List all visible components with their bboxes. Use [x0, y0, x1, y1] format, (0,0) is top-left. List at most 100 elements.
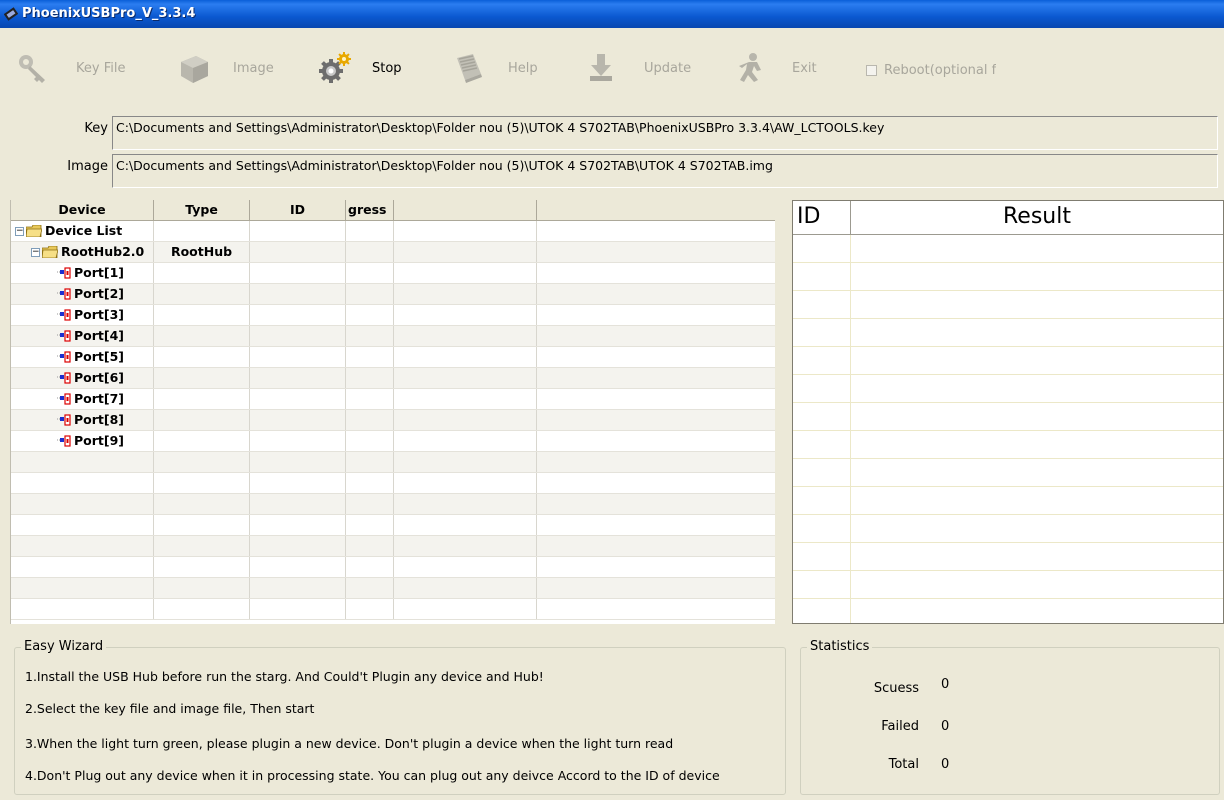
column-header-6[interactable] — [537, 200, 775, 221]
table-cell — [250, 578, 346, 598]
tree-item[interactable]: Port[8] — [57, 410, 124, 430]
table-cell — [346, 452, 394, 472]
key-file-button[interactable]: Key File — [14, 46, 125, 90]
table-row[interactable]: − RootHub2.0 RootHub — [11, 242, 775, 263]
result-cell-id — [793, 487, 851, 514]
table-cell — [250, 599, 346, 619]
tree-item-label: Device List — [45, 223, 123, 238]
tree-item[interactable]: − RootHub2.0 — [31, 242, 144, 262]
result-row[interactable] — [793, 487, 1223, 515]
reboot-checkbox-box[interactable] — [866, 65, 877, 76]
table-row[interactable] — [11, 536, 775, 557]
table-cell — [537, 389, 775, 409]
table-cell — [537, 431, 775, 451]
result-row[interactable] — [793, 571, 1223, 599]
table-cell — [394, 368, 537, 388]
table-row[interactable] — [11, 515, 775, 536]
exit-button[interactable]: Exit — [732, 46, 817, 90]
table-row[interactable]: − Device List — [11, 221, 775, 242]
result-cell-result — [851, 515, 1223, 542]
table-cell — [250, 557, 346, 577]
collapse-toggle-icon[interactable]: − — [31, 247, 40, 257]
stop-button[interactable]: Stop — [316, 46, 402, 90]
table-row[interactable] — [11, 599, 775, 620]
table-row[interactable]: Port[2] — [11, 284, 775, 305]
result-cell-id — [793, 319, 851, 346]
table-row[interactable]: Port[1] — [11, 263, 775, 284]
table-cell — [250, 221, 346, 241]
result-cell-id — [793, 459, 851, 486]
table-row[interactable]: Port[9] — [11, 431, 775, 452]
result-row[interactable] — [793, 515, 1223, 543]
result-row[interactable] — [793, 375, 1223, 403]
usb-port-icon — [57, 435, 71, 447]
window-title: PhoenixUSBPro_V_3.3.4 — [22, 6, 196, 21]
key-path-field[interactable]: C:\Documents and Settings\Administrator\… — [112, 116, 1218, 150]
table-row[interactable]: Port[4] — [11, 326, 775, 347]
result-row[interactable] — [793, 599, 1223, 623]
image-path-field[interactable]: C:\Documents and Settings\Administrator\… — [112, 154, 1218, 188]
table-cell — [154, 557, 250, 577]
table-row[interactable]: Port[6] — [11, 368, 775, 389]
tree-item-label: Port[8] — [74, 412, 125, 427]
reboot-checkbox[interactable]: Reboot(optional for — [866, 63, 996, 78]
table-row[interactable] — [11, 452, 775, 473]
result-column-result[interactable]: Result — [851, 201, 1223, 234]
table-row[interactable]: Port[5] — [11, 347, 775, 368]
wizard-line-1: 1.Install the USB Hub before run the sta… — [25, 669, 544, 684]
table-cell — [394, 578, 537, 598]
table-cell — [394, 263, 537, 283]
tree-item[interactable]: Port[3] — [57, 305, 124, 325]
tree-item[interactable]: Port[1] — [57, 263, 124, 283]
table-cell — [154, 536, 250, 556]
result-row[interactable] — [793, 543, 1223, 571]
tree-item[interactable]: Port[5] — [57, 347, 124, 367]
table-row[interactable]: Port[8] — [11, 410, 775, 431]
column-header-progress[interactable]: gress — [346, 200, 394, 221]
image-button[interactable]: Image — [175, 46, 274, 90]
column-header-device[interactable]: Device — [11, 200, 154, 221]
update-button[interactable]: Update — [582, 46, 691, 90]
result-column-id[interactable]: ID — [793, 201, 851, 234]
collapse-toggle-icon[interactable]: − — [15, 226, 24, 236]
table-row[interactable]: Port[7] — [11, 389, 775, 410]
table-row[interactable] — [11, 578, 775, 599]
result-cell-id — [793, 235, 851, 262]
tree-item[interactable]: Port[6] — [57, 368, 124, 388]
help-button[interactable]: Help — [450, 46, 538, 90]
table-cell — [537, 326, 775, 346]
table-row[interactable] — [11, 557, 775, 578]
table-cell — [11, 599, 154, 619]
result-row[interactable] — [793, 263, 1223, 291]
table-cell — [250, 536, 346, 556]
result-row[interactable] — [793, 459, 1223, 487]
table-cell — [346, 599, 394, 619]
key-label: Key — [84, 121, 108, 136]
title-bar[interactable]: PhoenixUSBPro_V_3.3.4 — [0, 0, 1224, 28]
tree-item[interactable]: Port[2] — [57, 284, 124, 304]
tree-item[interactable]: Port[9] — [57, 431, 124, 451]
result-cell-id — [793, 599, 851, 623]
table-cell — [250, 284, 346, 304]
table-row[interactable] — [11, 494, 775, 515]
table-row[interactable]: Port[3] — [11, 305, 775, 326]
table-cell — [154, 389, 250, 409]
table-row[interactable] — [11, 473, 775, 494]
result-row[interactable] — [793, 235, 1223, 263]
usb-chip-icon — [4, 7, 18, 21]
result-row[interactable] — [793, 431, 1223, 459]
tree-item[interactable]: − Device List — [15, 221, 122, 241]
column-header-type[interactable]: Type — [154, 200, 250, 221]
tree-item[interactable]: Port[4] — [57, 326, 124, 346]
table-cell — [394, 284, 537, 304]
device-grid[interactable]: Device Type ID gress − Device List − RootHu… — [10, 200, 775, 624]
result-panel[interactable]: ID Result — [792, 200, 1224, 624]
result-row[interactable] — [793, 403, 1223, 431]
tree-item[interactable]: Port[7] — [57, 389, 124, 409]
reboot-label: Reboot(optional for — [884, 63, 996, 78]
result-row[interactable] — [793, 291, 1223, 319]
column-header-id[interactable]: ID — [250, 200, 346, 221]
result-row[interactable] — [793, 319, 1223, 347]
column-header-5[interactable] — [394, 200, 537, 221]
result-row[interactable] — [793, 347, 1223, 375]
